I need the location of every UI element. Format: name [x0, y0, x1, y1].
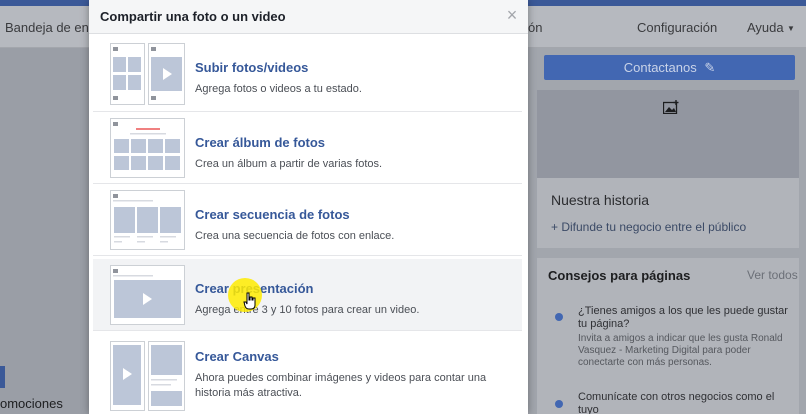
chevron-down-icon[interactable]: ▼: [787, 24, 795, 33]
option-label: Crear álbum de fotos: [195, 135, 326, 150]
option-label: Subir fotos/videos: [195, 60, 309, 75]
dialog-title: Compartir una foto o un video: [100, 9, 286, 24]
tip-question[interactable]: ¿Tienes amigos a los que les puede gusta…: [578, 305, 793, 331]
left-sidebar: [0, 48, 89, 414]
option-description: Crea una secuencia de fotos con enlace.: [195, 230, 395, 242]
option-description: Ahora puedes combinar imágenes y videos …: [195, 372, 487, 399]
carousel-thumbnail-icon: [110, 190, 185, 250]
sidebar-item-promotions[interactable]: omociones: [0, 396, 63, 411]
close-icon[interactable]: ×: [504, 6, 520, 24]
add-photo-icon[interactable]: [663, 100, 679, 114]
nav-settings-link[interactable]: Configuración: [637, 20, 717, 35]
tip-bulb-icon: [555, 313, 563, 321]
tips-see-all-link[interactable]: Ver todos: [747, 268, 798, 282]
hand-cursor-icon: [243, 292, 256, 310]
option-label: Crear secuencia de fotos: [195, 207, 350, 222]
slideshow-thumbnail-icon: [110, 265, 185, 325]
option-create-canvas[interactable]: Crear Canvas Ahora puedes combinar imáge…: [93, 335, 522, 414]
story-title: Nuestra historia: [551, 192, 650, 208]
nav-inbox-link[interactable]: Bandeja de entr: [5, 20, 97, 35]
upload-thumbnail-icon: [110, 43, 185, 105]
nav-help-link[interactable]: Ayuda: [747, 20, 784, 35]
canvas-thumbnail-icon: [110, 341, 185, 411]
option-create-slideshow[interactable]: Crear presentación Agrega entre 3 y 10 f…: [93, 259, 522, 331]
story-card: [537, 178, 799, 248]
share-photo-dialog: Compartir una foto o un video × Subir fo…: [89, 0, 528, 414]
tip-bulb-icon: [555, 400, 563, 408]
option-create-album[interactable]: Crear álbum de fotos Crea un álbum a par…: [93, 112, 522, 184]
option-description: Crea un álbum a partir de varias fotos.: [195, 158, 383, 170]
option-upload-photos-videos[interactable]: Subir fotos/videos Agrega fotos o videos…: [93, 40, 522, 112]
nav-notifications-link[interactable]: ón: [528, 20, 542, 35]
tips-title: Consejos para páginas: [548, 268, 691, 283]
story-add-link[interactable]: + Difunde tu negocio entre el público: [551, 220, 746, 234]
contact-button[interactable]: Contactanos ✎: [544, 55, 795, 80]
option-description: Agrega fotos o videos a tu estado.: [195, 83, 362, 95]
tip-question[interactable]: Comunícate con otros negocios como el tu…: [578, 391, 793, 414]
pencil-icon: ✎: [704, 60, 716, 75]
sidebar-active-indicator: [0, 366, 5, 388]
tip-description: Invita a amigos a indicar que les gusta …: [578, 333, 783, 368]
option-create-carousel[interactable]: Crear secuencia de fotos Crea una secuen…: [93, 184, 522, 256]
album-thumbnail-icon: [110, 118, 185, 178]
contact-button-label: Contactanos: [623, 60, 697, 75]
dialog-header: Compartir una foto o un video ×: [89, 0, 528, 34]
option-label: Crear Canvas: [195, 349, 279, 364]
